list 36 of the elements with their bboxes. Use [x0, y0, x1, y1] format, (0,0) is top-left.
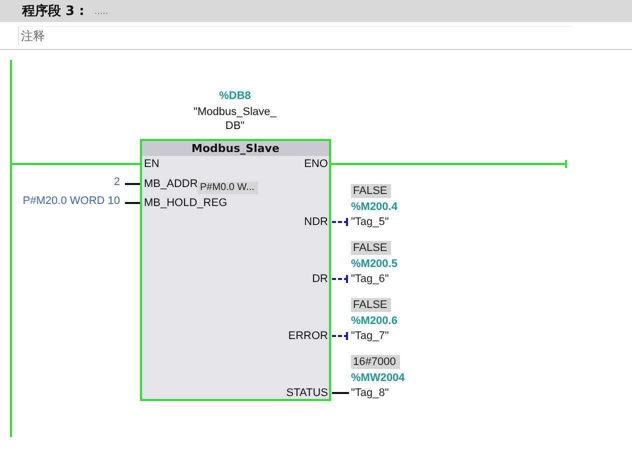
- pin-label: NDR: [304, 215, 328, 229]
- pin-label: MB_ADDR: [144, 177, 198, 191]
- instance-name: "Modbus_Slave_: [192, 105, 278, 119]
- monitor-value: FALSE: [351, 184, 392, 198]
- tag-address: %M200.4: [351, 200, 398, 214]
- monitor-value: 16#7000: [351, 355, 400, 369]
- pin-label: MB_HOLD_REG: [144, 196, 228, 210]
- monitor-value: FALSE: [351, 241, 392, 255]
- pin-label: STATUS: [286, 386, 328, 400]
- block-title: Modbus_Slave: [142, 141, 329, 156]
- connector-line: [332, 392, 349, 394]
- connector-line: [332, 332, 348, 340]
- connector-line: [125, 183, 140, 185]
- tag-name: "Tag_7": [351, 329, 389, 343]
- pin-label: ENO: [304, 157, 328, 171]
- pin-label: ERROR: [288, 329, 328, 343]
- network-title: 程序段 3 :: [22, 2, 84, 20]
- instance-address: %DB8: [218, 89, 252, 103]
- tag-address: %MW2004: [351, 371, 405, 385]
- connector-line: [332, 275, 348, 283]
- comment-field[interactable]: 注释: [18, 26, 572, 46]
- operand-value: P#M20.0 WORD 10: [22, 194, 120, 208]
- instance-name: DB": [224, 119, 246, 133]
- tag-address: %M200.6: [351, 314, 398, 328]
- connector-line: [125, 202, 140, 204]
- pin-label: DR: [312, 272, 328, 286]
- tag-name: "Tag_5": [351, 215, 389, 229]
- monitor-value: FALSE: [351, 298, 392, 312]
- tag-name: "Tag_6": [351, 272, 389, 286]
- tag-address: %M200.5: [351, 257, 398, 271]
- tag-name: "Tag_8": [351, 386, 389, 400]
- connector-line: [332, 218, 348, 226]
- operand-value: 2: [114, 175, 120, 189]
- monitor-value: P#M0.0 W...: [198, 182, 258, 194]
- network-title-field[interactable]: .....: [94, 6, 174, 16]
- pin-label: EN: [144, 157, 160, 171]
